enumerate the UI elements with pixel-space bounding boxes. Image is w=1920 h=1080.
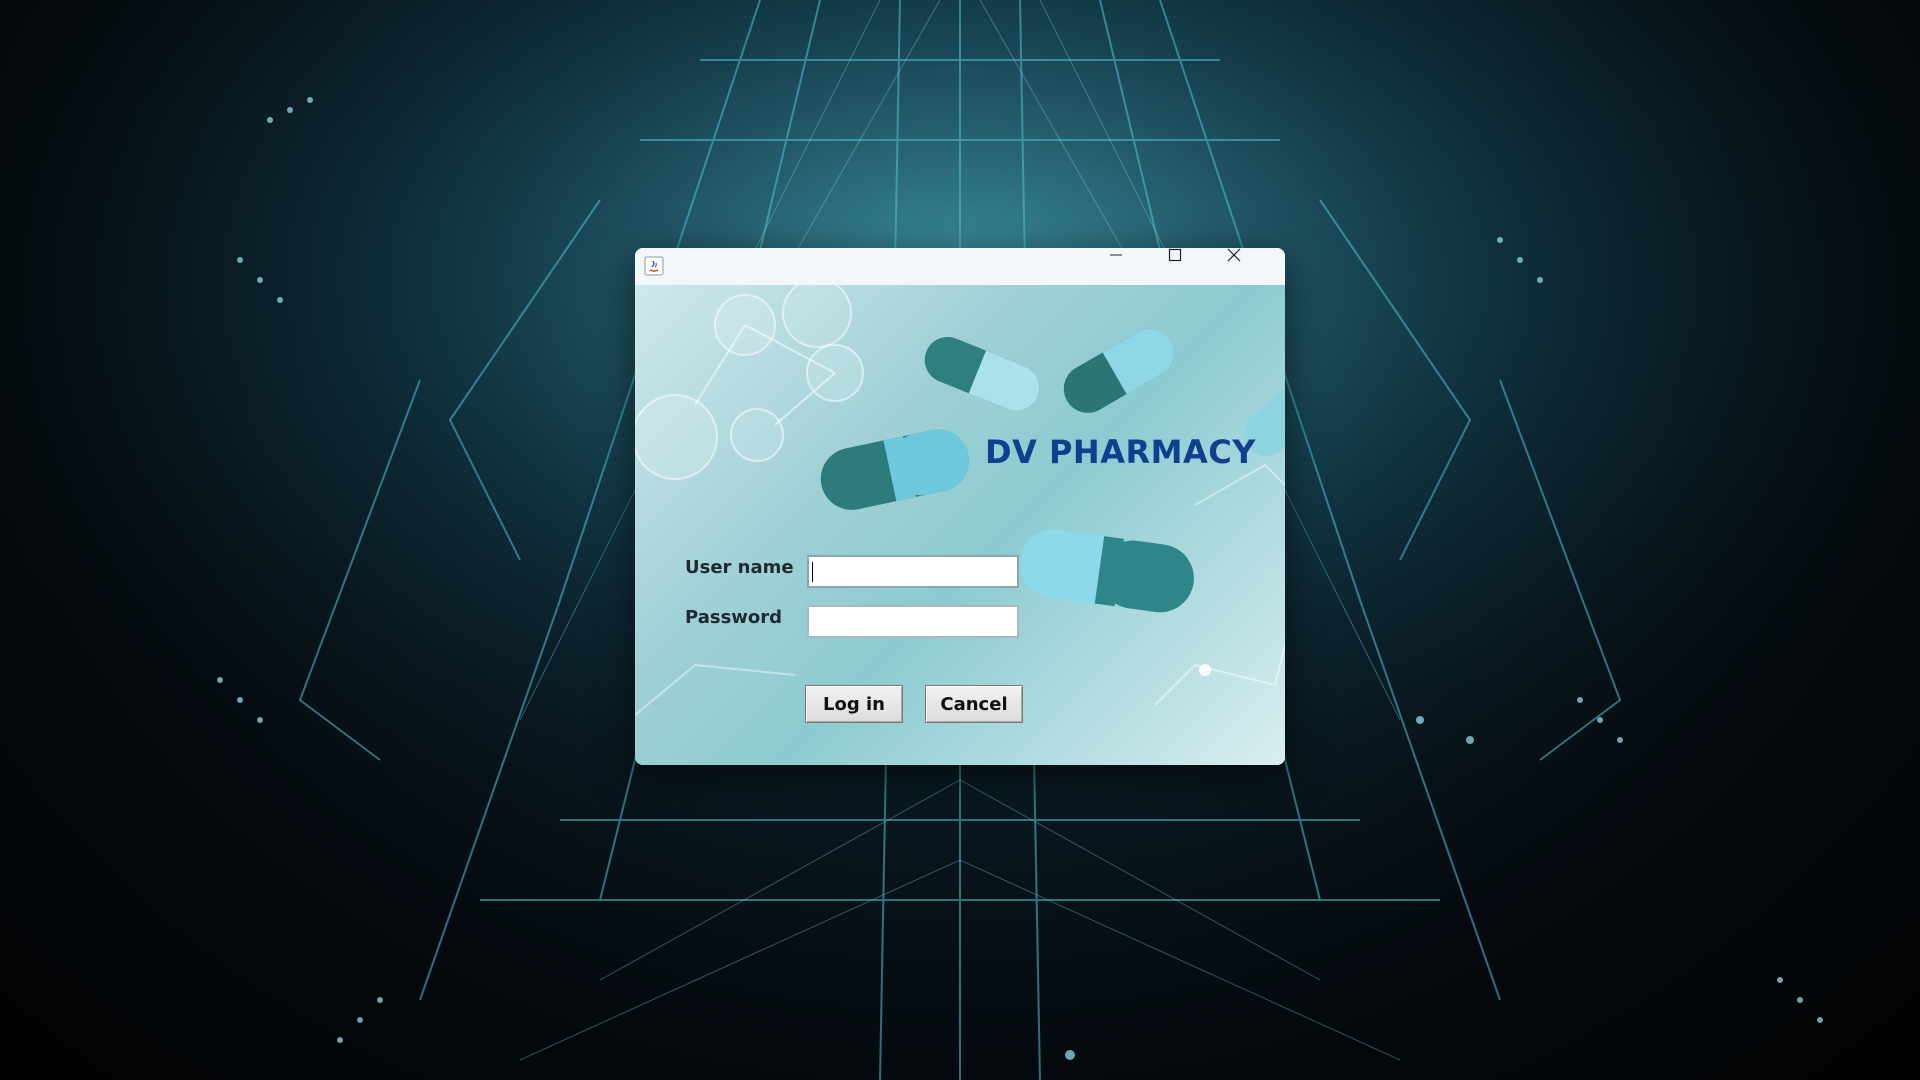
login-panel: DV PHARMACY User name Password Log in Ca… (635, 285, 1285, 765)
title-bar[interactable] (635, 248, 1285, 285)
close-icon (1227, 248, 1241, 262)
close-button[interactable] (1227, 248, 1285, 285)
maximize-button[interactable] (1168, 248, 1226, 285)
minimize-button[interactable] (1109, 248, 1167, 285)
username-label: User name (685, 557, 794, 578)
cancel-button[interactable]: Cancel (925, 685, 1023, 723)
java-icon[interactable] (644, 256, 664, 276)
login-button[interactable]: Log in (805, 685, 903, 723)
desktop-wallpaper: DV PHARMACY User name Password Log in Ca… (0, 0, 1920, 1080)
login-window: DV PHARMACY User name Password Log in Ca… (635, 248, 1285, 765)
password-label: Password (685, 607, 783, 628)
maximize-icon (1168, 248, 1182, 262)
password-field[interactable] (807, 605, 1019, 638)
text-caret (812, 562, 813, 582)
username-field[interactable] (807, 555, 1019, 588)
minimize-icon (1110, 254, 1122, 256)
app-brand-title: DV PHARMACY (985, 433, 1256, 471)
